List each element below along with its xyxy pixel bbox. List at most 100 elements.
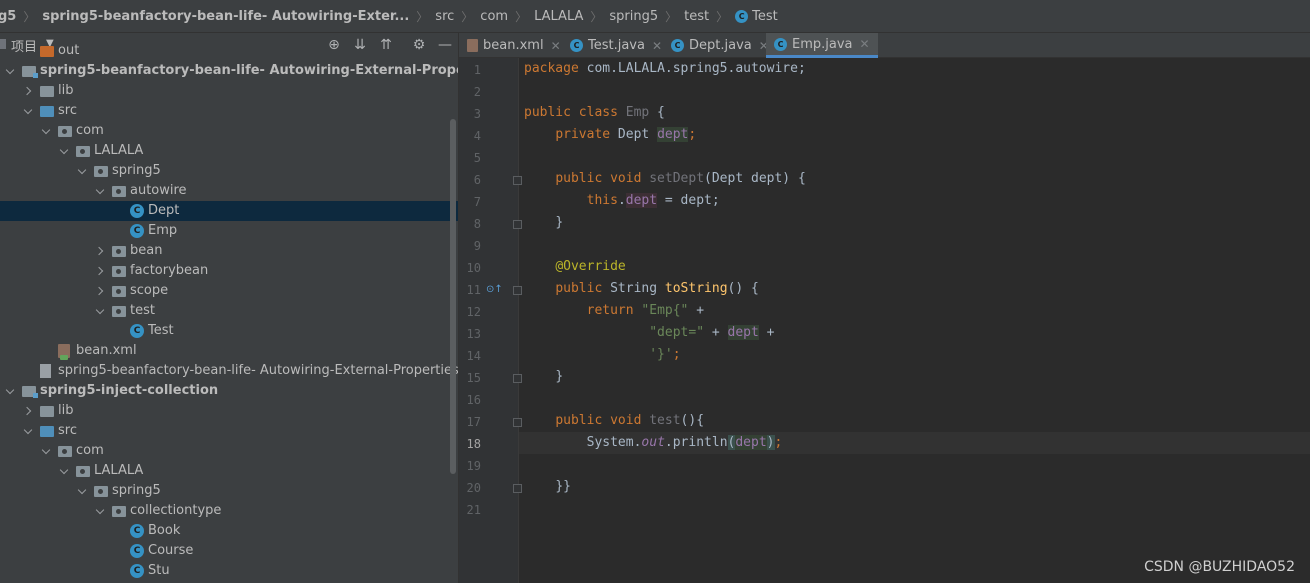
tree-row[interactable]: com bbox=[0, 121, 458, 141]
tree-row[interactable]: C Course bbox=[0, 541, 458, 561]
chevron-down-icon[interactable] bbox=[96, 506, 106, 516]
tree-row[interactable]: src bbox=[0, 421, 458, 441]
chevron-right-icon[interactable] bbox=[96, 286, 106, 296]
tree-row[interactable]: src bbox=[0, 101, 458, 121]
breadcrumb-item-spring5[interactable]: spring5 bbox=[609, 9, 658, 24]
tree-item-label: out bbox=[58, 43, 80, 58]
module-folder-icon bbox=[22, 66, 38, 78]
tree-row[interactable]: spring5 bbox=[0, 161, 458, 181]
override-method-icon[interactable]: ⊙↑ bbox=[486, 284, 503, 295]
chevron-down-icon[interactable] bbox=[96, 186, 106, 196]
tree-row[interactable]: test bbox=[0, 301, 458, 321]
tree-row[interactable]: bean bbox=[0, 241, 458, 261]
code-area[interactable]: package com.LALALA.spring5.autowire; pub… bbox=[519, 58, 1310, 583]
tree-row[interactable]: autowire bbox=[0, 181, 458, 201]
line-number: 9 bbox=[473, 239, 481, 253]
tree-item-label: com bbox=[76, 123, 104, 138]
tree-row[interactable]: LALALA bbox=[0, 141, 458, 161]
tree-row[interactable]: C Emp bbox=[0, 221, 458, 241]
tab-dept-java[interactable]: C Dept.java ✕ bbox=[671, 33, 769, 58]
tree-item-label: spring5-beanfactory-bean-life- Autowirin… bbox=[58, 363, 458, 378]
class-icon: C bbox=[130, 524, 144, 538]
code-line-1: package com.LALALA.spring5.autowire; bbox=[524, 61, 806, 76]
class-icon: C bbox=[570, 39, 583, 52]
tree-row[interactable]: bean.xml bbox=[0, 341, 458, 361]
chevron-down-icon[interactable] bbox=[42, 446, 52, 456]
chevron-down-icon[interactable] bbox=[24, 106, 34, 116]
line-number: 20 bbox=[466, 481, 481, 495]
tree-row[interactable]: scope bbox=[0, 281, 458, 301]
close-icon[interactable]: ✕ bbox=[860, 37, 870, 51]
tree-row[interactable]: spring5-inject-collection bbox=[0, 381, 458, 401]
tab-label: Emp.java bbox=[792, 36, 853, 52]
tree-row[interactable]: lib bbox=[0, 401, 458, 421]
breadcrumb-item-com[interactable]: com bbox=[480, 9, 508, 24]
line-number: 13 bbox=[466, 327, 481, 341]
chevron-down-icon[interactable] bbox=[60, 466, 70, 476]
chevron-right-icon[interactable] bbox=[24, 406, 34, 416]
folder-icon bbox=[40, 86, 54, 97]
tree-row[interactable]: spring5 bbox=[0, 481, 458, 501]
breadcrumb-item-src[interactable]: src bbox=[435, 9, 454, 24]
tree-item-label: LALALA bbox=[94, 143, 144, 158]
breadcrumb-item-test-class[interactable]: C Test bbox=[735, 9, 778, 24]
line-number: 11 bbox=[466, 283, 481, 297]
breadcrumb: g5 〉 spring5-beanfactory-bean-life- Auto… bbox=[0, 0, 1310, 33]
tree-row[interactable]: C Test bbox=[0, 321, 458, 341]
line-number: 8 bbox=[473, 217, 481, 231]
project-tree-scrollbar[interactable] bbox=[450, 119, 456, 474]
chevron-down-icon[interactable] bbox=[78, 486, 88, 496]
code-line-14: '}'; bbox=[649, 347, 681, 362]
project-tree: out spring5-beanfactory-bean-life- Autowi… bbox=[0, 43, 458, 583]
folder-icon bbox=[40, 406, 54, 417]
class-icon: C bbox=[130, 204, 144, 218]
line-number: 7 bbox=[473, 195, 481, 209]
chevron-down-icon[interactable] bbox=[78, 166, 88, 176]
tree-item-label: Dept bbox=[148, 203, 180, 218]
source-folder-icon bbox=[40, 426, 54, 437]
tree-row[interactable]: com bbox=[0, 441, 458, 461]
line-number: 5 bbox=[473, 151, 481, 165]
tree-row[interactable]: C Book bbox=[0, 521, 458, 541]
tree-row[interactable]: C Dept bbox=[0, 201, 458, 221]
chevron-right-icon[interactable] bbox=[24, 86, 34, 96]
code-line-18: System.out.println(dept); bbox=[586, 435, 783, 450]
tab-emp-java[interactable]: C Emp.java ✕ bbox=[766, 33, 878, 58]
tree-row[interactable]: collectiontype bbox=[0, 501, 458, 521]
close-icon[interactable]: ✕ bbox=[551, 39, 561, 53]
tree-item-label: Course bbox=[148, 543, 194, 558]
chevron-down-icon[interactable] bbox=[42, 126, 52, 136]
breadcrumb-item-lalala[interactable]: LALALA bbox=[534, 9, 583, 24]
breadcrumb-separator: 〉 bbox=[515, 9, 528, 24]
breadcrumb-separator: 〉 bbox=[590, 9, 603, 24]
package-icon bbox=[112, 506, 126, 517]
tree-row[interactable]: spring5-beanfactory-bean-life- Autowirin… bbox=[0, 361, 458, 381]
chevron-right-icon[interactable] bbox=[96, 266, 106, 276]
breadcrumb-item-module[interactable]: spring5-beanfactory-bean-life- Autowirin… bbox=[42, 9, 409, 24]
tab-test-java[interactable]: C Test.java ✕ bbox=[570, 33, 662, 58]
breadcrumb-item-project-root[interactable]: g5 bbox=[0, 9, 16, 24]
chevron-down-icon[interactable] bbox=[6, 386, 16, 396]
tree-row[interactable]: spring5-beanfactory-bean-life- Autowirin… bbox=[0, 61, 458, 81]
tab-bean-xml[interactable]: bean.xml ✕ bbox=[467, 33, 561, 58]
chevron-down-icon[interactable] bbox=[6, 66, 16, 76]
line-number: 19 bbox=[466, 459, 481, 473]
tree-row[interactable]: LALALA bbox=[0, 461, 458, 481]
output-folder-icon bbox=[40, 46, 54, 57]
tree-row[interactable]: factorybean bbox=[0, 261, 458, 281]
chevron-right-icon[interactable] bbox=[96, 246, 106, 256]
chevron-down-icon[interactable] bbox=[24, 426, 34, 436]
breadcrumb-item-test[interactable]: test bbox=[684, 9, 709, 24]
tree-row[interactable]: out bbox=[0, 41, 458, 61]
tree-row[interactable]: C Stu bbox=[0, 561, 458, 581]
tree-row[interactable]: lib bbox=[0, 81, 458, 101]
close-icon[interactable]: ✕ bbox=[652, 39, 662, 53]
code-line-11: public String toString() { bbox=[555, 281, 759, 296]
chevron-down-icon[interactable] bbox=[96, 306, 106, 316]
tree-item-label: collectiontype bbox=[130, 503, 222, 518]
chevron-down-icon[interactable] bbox=[60, 146, 70, 156]
code-line-8: } bbox=[555, 215, 564, 230]
class-icon: C bbox=[130, 324, 144, 338]
package-icon bbox=[76, 466, 90, 477]
breadcrumb-separator: 〉 bbox=[716, 9, 729, 24]
